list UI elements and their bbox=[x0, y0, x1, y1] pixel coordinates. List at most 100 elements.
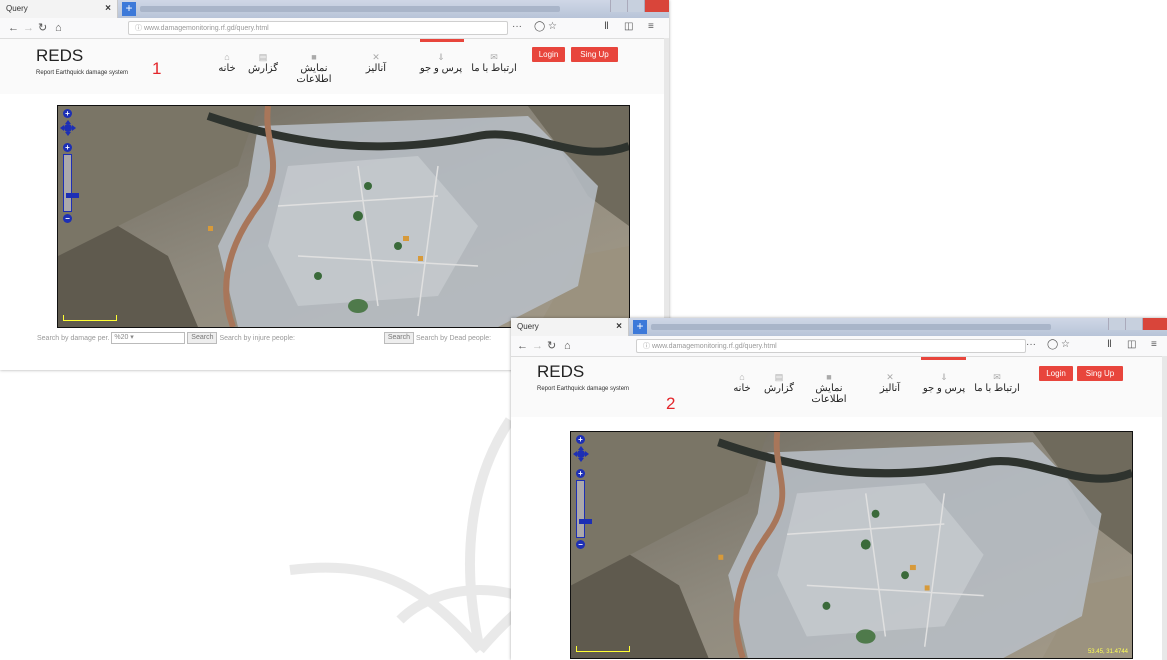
tab-close-icon[interactable]: × bbox=[616, 318, 622, 336]
nav-info-display[interactable]: ■ نمایش اطلاعات bbox=[283, 51, 345, 85]
signup-button[interactable]: Sing Up bbox=[571, 47, 618, 62]
signup-button[interactable]: Sing Up bbox=[1077, 366, 1123, 381]
minimize-button[interactable] bbox=[610, 0, 627, 12]
satellite-map[interactable]: + + − 53.45, 31.4744 bbox=[570, 431, 1133, 659]
nav-label: آنالیز bbox=[879, 383, 901, 394]
nav-label: نمایش اطلاعات bbox=[811, 383, 847, 405]
login-button[interactable]: Login bbox=[532, 47, 565, 62]
nav-contact[interactable]: ✉ ارتباط با ما bbox=[463, 51, 525, 74]
scrollbar[interactable] bbox=[1162, 356, 1167, 660]
menu-icon[interactable]: ≡ bbox=[1151, 339, 1157, 350]
annotation-number: 1 bbox=[152, 59, 162, 78]
home-icon[interactable]: ⌂ bbox=[564, 339, 571, 353]
satellite-imagery bbox=[58, 106, 629, 327]
login-button[interactable]: Login bbox=[1039, 366, 1073, 381]
library-icon[interactable]: Ⅱ bbox=[604, 21, 609, 32]
title-bar: Query × + bbox=[511, 318, 1167, 336]
window-controls bbox=[1108, 318, 1167, 330]
zoom-in-icon[interactable]: + bbox=[576, 469, 585, 478]
new-tab-button[interactable]: + bbox=[122, 2, 136, 16]
page-actions-icon[interactable]: ··· bbox=[1026, 339, 1036, 350]
search-damage-button[interactable]: Search bbox=[187, 332, 218, 344]
site-header: REDS Report Earthquick damage system 2 ⌂… bbox=[511, 357, 1167, 417]
star-icon[interactable]: ☆ bbox=[548, 21, 557, 32]
navigation-toolbar: ← → ↻ ⌂ ⓘ www.damagemonitoring.rf.gd/que… bbox=[511, 336, 1167, 357]
home-icon[interactable]: ⌂ bbox=[55, 21, 62, 35]
search-injured-button[interactable]: Search bbox=[383, 332, 415, 344]
map-controls: + + − bbox=[572, 433, 592, 551]
zoom-bar[interactable] bbox=[63, 154, 79, 212]
page-actions-icon[interactable]: ··· bbox=[512, 21, 522, 32]
url-bar[interactable]: ⓘ www.damagemonitoring.rf.gd/query.html bbox=[128, 21, 508, 35]
brand[interactable]: REDS Report Earthquick damage system bbox=[36, 46, 128, 76]
scale-bar bbox=[63, 315, 117, 321]
pocket-icon[interactable]: ◯ bbox=[534, 21, 545, 32]
pan-control-icon[interactable] bbox=[60, 120, 76, 136]
info-display-icon: ■ bbox=[311, 52, 317, 62]
forward-icon[interactable]: → bbox=[532, 339, 543, 353]
sidebar-icon[interactable]: ◫ bbox=[1127, 339, 1136, 350]
zoom-in-icon[interactable]: + bbox=[63, 143, 72, 152]
contact-icon: ✉ bbox=[490, 52, 498, 62]
contact-icon: ✉ bbox=[993, 372, 1001, 382]
info-icon[interactable]: ⓘ bbox=[135, 25, 142, 32]
page-content: REDS Report Earthquick damage system 1 ⌂… bbox=[0, 39, 669, 344]
minimize-button[interactable] bbox=[1108, 318, 1125, 330]
close-window-button[interactable] bbox=[644, 0, 669, 12]
back-icon[interactable]: ← bbox=[8, 21, 19, 35]
navigation-toolbar: ← → ↻ ⌂ ⓘ www.damagemonitoring.rf.gd/que… bbox=[0, 18, 669, 39]
damage-percent-select[interactable]: %20 ▾ bbox=[111, 332, 186, 344]
zoom-slider[interactable] bbox=[579, 519, 592, 524]
tab-title: Query bbox=[6, 4, 28, 13]
brand[interactable]: REDS Report Earthquick damage system bbox=[537, 362, 629, 392]
browser-window-1: Query × + ← → ↻ ⌂ ⓘ www.damagemonitoring… bbox=[0, 0, 669, 370]
back-icon[interactable]: ← bbox=[517, 339, 528, 353]
zoom-out-icon[interactable]: − bbox=[63, 214, 72, 223]
zoom-out-icon[interactable]: − bbox=[576, 540, 585, 549]
zoom-bar[interactable] bbox=[576, 480, 592, 538]
reload-icon[interactable]: ↻ bbox=[38, 21, 47, 35]
site-header: REDS Report Earthquick damage system 1 ⌂… bbox=[0, 39, 669, 94]
forward-icon[interactable]: → bbox=[23, 21, 34, 35]
browser-tab[interactable]: Query × bbox=[511, 318, 629, 336]
url-bar[interactable]: ⓘ www.damagemonitoring.rf.gd/query.html bbox=[636, 339, 1026, 353]
dead-search-label: Search by Dead people: bbox=[415, 334, 492, 342]
pocket-icon[interactable]: ◯ bbox=[1047, 339, 1058, 350]
analysis-icon: ✕ bbox=[372, 52, 380, 62]
tab-title: Query bbox=[517, 322, 539, 331]
browser-tab[interactable]: Query × bbox=[0, 0, 118, 18]
nav-analysis[interactable]: ✕ آنالیز bbox=[345, 51, 407, 74]
map-controls: + + − bbox=[59, 107, 79, 225]
zoom-in-icon[interactable]: + bbox=[576, 435, 585, 444]
nav-analysis[interactable]: ✕ آنالیز bbox=[859, 371, 921, 394]
nav-label: آنالیز bbox=[365, 63, 387, 74]
maximize-button[interactable] bbox=[1125, 318, 1142, 330]
brand-title: REDS bbox=[36, 46, 84, 65]
new-tab-button[interactable]: + bbox=[633, 320, 647, 334]
nav-contact[interactable]: ✉ ارتباط با ما bbox=[966, 371, 1028, 394]
active-nav-indicator bbox=[921, 357, 966, 360]
satellite-map[interactable]: + + − bbox=[57, 105, 630, 328]
pan-control-icon[interactable] bbox=[573, 446, 589, 462]
analysis-icon: ✕ bbox=[886, 372, 894, 382]
star-icon[interactable]: ☆ bbox=[1061, 339, 1070, 350]
reload-icon[interactable]: ↻ bbox=[547, 339, 556, 353]
satellite-imagery bbox=[571, 432, 1132, 658]
library-icon[interactable]: Ⅱ bbox=[1107, 339, 1112, 350]
window-controls bbox=[610, 0, 669, 12]
sidebar-icon[interactable]: ◫ bbox=[624, 21, 633, 32]
title-bar: Query × + bbox=[0, 0, 669, 18]
nav-label: ارتباط با ما bbox=[974, 383, 1020, 394]
nav-info-display[interactable]: ■ نمایش اطلاعات bbox=[798, 371, 860, 405]
annotation-number: 2 bbox=[666, 394, 676, 413]
close-window-button[interactable] bbox=[1142, 318, 1167, 330]
brand-subtitle: Report Earthquick damage system bbox=[537, 386, 630, 392]
tab-close-icon[interactable]: × bbox=[105, 0, 111, 18]
zoom-in-icon[interactable]: + bbox=[63, 109, 72, 118]
info-display-icon: ■ bbox=[826, 372, 832, 382]
window-title-strip bbox=[140, 6, 560, 12]
maximize-button[interactable] bbox=[627, 0, 644, 12]
info-icon[interactable]: ⓘ bbox=[643, 343, 650, 350]
zoom-slider[interactable] bbox=[66, 193, 79, 198]
menu-icon[interactable]: ≡ bbox=[648, 21, 654, 32]
